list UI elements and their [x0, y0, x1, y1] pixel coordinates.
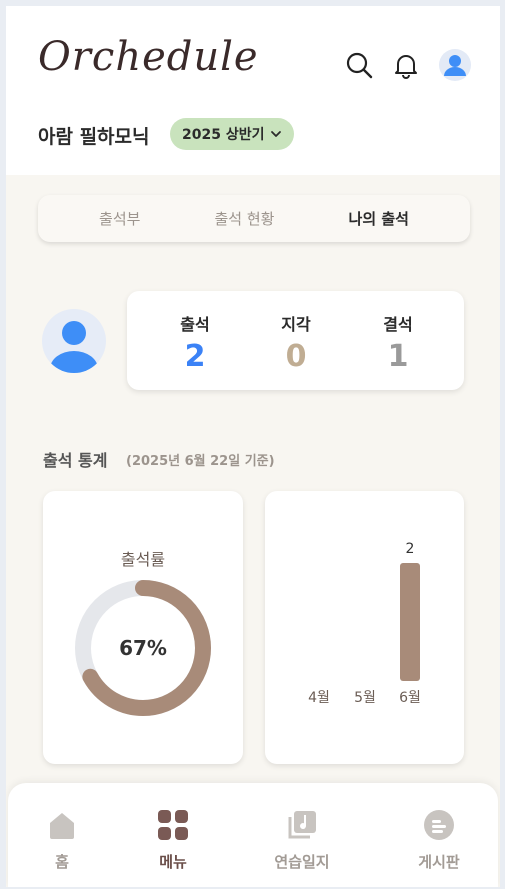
app-logo[interactable]: Orchedule: [38, 34, 259, 80]
x-tick-label: 5월: [354, 690, 376, 706]
nav-menu-label: 메뉴: [159, 853, 187, 871]
music-note-icon: [288, 811, 316, 839]
bottom-navigation: 홈 메뉴 연습일지 게시판: [8, 783, 498, 887]
monthly-attendance-card: 4월 5월 2 6월: [265, 491, 464, 764]
absent-stat: 결석 1: [358, 311, 438, 374]
attendance-count: 2: [184, 339, 206, 374]
stats-date: (2025년 6월 22일 기준): [126, 454, 275, 469]
orchestra-name: 아람 필하모닉: [38, 126, 150, 148]
chevron-down-icon: [271, 131, 282, 137]
nav-board[interactable]: 게시판: [389, 809, 489, 872]
x-tick-label: 6월: [399, 690, 421, 706]
monthly-attendance-chart: 4월 5월 2 6월: [308, 541, 421, 706]
absent-label: 결석: [383, 315, 413, 334]
tab-attendance-book[interactable]: 출석부: [99, 208, 140, 229]
menu-grid-icon: [158, 810, 188, 840]
tab-attendance-status[interactable]: 출석 현황: [215, 208, 275, 229]
nav-home[interactable]: 홈: [12, 809, 112, 872]
home-icon: [50, 813, 74, 839]
attendance-summary-card: 출석 2 지각 0 결석 1: [127, 291, 464, 390]
bar-3: [400, 563, 420, 681]
late-label: 지각: [281, 315, 311, 334]
app-header: Orchedule 아람 필하모닉 2025 상반기: [6, 6, 500, 175]
board-icon: [424, 810, 454, 840]
rate-value: 67%: [119, 636, 167, 660]
nav-home-label: 홈: [55, 853, 69, 871]
absent-count: 1: [387, 339, 409, 374]
late-stat: 지각 0: [256, 311, 336, 374]
late-count: 0: [285, 339, 307, 374]
x-tick-label: 4월: [308, 690, 330, 706]
user-avatar: [42, 309, 106, 373]
attendance-tabs: 출석부 출석 현황 나의 출석: [38, 195, 470, 242]
season-selector[interactable]: 2025 상반기: [170, 118, 295, 150]
nav-practice-log-label: 연습일지: [274, 853, 330, 871]
tab-my-attendance[interactable]: 나의 출석: [349, 208, 409, 229]
bar-value-label: 2: [406, 541, 415, 557]
app-screen: Orchedule 아람 필하모닉 2025 상반기 출석부 출석 현황 나의 …: [6, 6, 500, 887]
attendance-rate-card: 출석률 67%: [43, 491, 243, 764]
nav-practice-log[interactable]: 연습일지: [252, 809, 352, 872]
bell-icon[interactable]: [389, 48, 423, 82]
profile-avatar[interactable]: [438, 48, 472, 82]
nav-menu[interactable]: 메뉴: [123, 809, 223, 872]
attendance-rate-donut: 67%: [75, 580, 211, 716]
stats-title: 출석 통계: [43, 451, 108, 470]
attendance-label: 출석: [180, 315, 210, 334]
attendance-stat: 출석 2: [155, 311, 235, 374]
nav-board-label: 게시판: [418, 853, 460, 871]
search-icon[interactable]: [342, 48, 376, 82]
season-label: 2025 상반기: [182, 127, 265, 143]
